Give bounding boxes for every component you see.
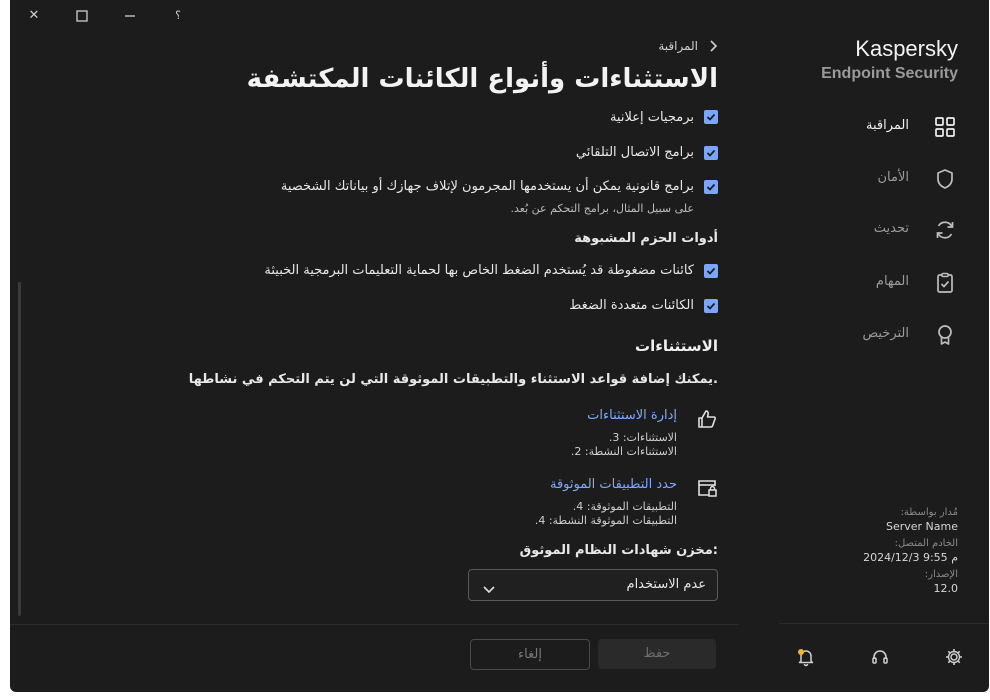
sidebar-item-label: المهام <box>875 274 909 289</box>
sidebar-item-update[interactable]: تحديث <box>779 212 989 248</box>
page-title: الاستثناءات وأنواع الكائنات المكتشفة <box>246 64 718 94</box>
trusted-apps-block: حدد التطبيقات الموثوقة التطبيقات الموثوق… <box>418 477 718 537</box>
checkbox-adware[interactable] <box>704 110 718 124</box>
app-window: ✕ ؟ المراقبة الاستثناءات وأنواع الكائنات… <box>10 0 989 692</box>
settings-content: برمجيات إعلانية برامج الاتصال التلقائي ب… <box>10 110 718 622</box>
checkbox-multipacked-objects[interactable] <box>704 299 718 313</box>
cert-store-label: مخزن شهادات النظام الموثوق: <box>519 543 718 558</box>
notification-bell-icon[interactable] <box>795 646 817 668</box>
checkbox-label: برمجيات إعلانية <box>609 110 694 125</box>
gear-icon[interactable] <box>943 646 965 668</box>
checkbox-row-packed[interactable]: كائنات مضغوطة قد يُستخدم الضغط الخاص بها… <box>218 263 718 282</box>
sidebar: Kaspersky Endpoint Security المراقبة الأ… <box>779 0 989 692</box>
server-info: مُدار بواسطة: Server Name الخادم المتصل:… <box>863 506 958 599</box>
cancel-button[interactable]: إلغاء <box>470 639 590 670</box>
chevron-back-icon <box>708 40 718 55</box>
trusted-apps-link[interactable]: حدد التطبيقات الموثوقة <box>550 477 677 492</box>
headset-icon[interactable] <box>869 646 891 668</box>
manage-exclusions-block: إدارة الاستثناءات الاستثناءات: 3. الاستث… <box>418 408 718 468</box>
connected-server-value: 2024/12/3 9:55 م <box>863 551 958 564</box>
checkbox-row-autodialers[interactable]: برامج الاتصال التلقائي <box>218 145 718 164</box>
clipboard-check-icon <box>933 271 957 295</box>
save-button[interactable]: حفظ <box>598 639 716 669</box>
sidebar-item-licensing[interactable]: الترخيص <box>779 317 989 353</box>
exclusions-title: الاستثناءات <box>635 337 718 355</box>
checkbox-row-multipacked[interactable]: الكائنات متعددة الضغط <box>218 298 718 317</box>
exclusions-count: الاستثناءات: 3. <box>608 431 677 444</box>
scrollbar[interactable] <box>18 282 21 616</box>
checkbox-label: برامج قانونية يمكن أن يستخدمها المجرمون … <box>280 179 694 194</box>
sidebar-item-monitoring[interactable]: المراقبة <box>779 109 989 145</box>
checkbox-autodialers[interactable] <box>704 146 718 160</box>
chevron-down-icon <box>483 579 495 598</box>
brand-name: Kaspersky <box>855 36 958 61</box>
checkbox-label: برامج الاتصال التلقائي <box>575 145 694 160</box>
award-icon <box>933 323 957 347</box>
version-value: 12.0 <box>933 582 959 595</box>
sidebar-footer <box>779 623 989 692</box>
thumbs-up-icon <box>696 408 718 430</box>
checkbox-legal-software[interactable] <box>704 180 718 194</box>
packers-title: أدوات الحزم المشبوهة <box>574 231 718 246</box>
sidebar-item-tasks[interactable]: المهام <box>779 265 989 301</box>
sidebar-item-label: تحديث <box>873 221 909 236</box>
checkbox-label: الكائنات متعددة الضغط <box>569 298 694 313</box>
active-trusted-apps-count: التطبيقات الموثوقة النشطة: 4. <box>534 514 677 527</box>
exclusions-description: يمكنك إضافة قواعد الاستثناء والتطبيقات ا… <box>188 372 718 387</box>
main-panel: المراقبة الاستثناءات وأنواع الكائنات الم… <box>10 0 779 692</box>
grid-icon <box>933 115 957 139</box>
checkbox-row-adware[interactable]: برمجيات إعلانية <box>218 110 718 126</box>
lock-window-icon <box>696 477 718 499</box>
sidebar-item-label: الأمان <box>877 170 910 185</box>
manage-exclusions-link[interactable]: إدارة الاستثناءات <box>587 408 677 423</box>
refresh-icon <box>933 218 957 242</box>
version-label: الإصدار: <box>924 569 958 580</box>
managed-by-label: مُدار بواسطة: <box>900 507 958 518</box>
checkbox-note: على سبيل المثال، برامج التحكم عن بُعد. <box>510 202 695 215</box>
cert-store-dropdown[interactable]: عدم الاستخدام <box>468 569 718 601</box>
managed-by-value: Server Name <box>885 520 958 533</box>
sidebar-item-security[interactable]: الأمان <box>779 161 989 197</box>
sidebar-item-label: المراقبة <box>866 118 909 133</box>
shield-icon <box>933 167 957 191</box>
checkbox-packed-objects[interactable] <box>704 264 718 278</box>
breadcrumb[interactable]: المراقبة <box>658 39 718 53</box>
footer: حفظ إلغاء <box>10 624 739 692</box>
sidebar-item-label: الترخيص <box>862 326 909 341</box>
trusted-apps-count: التطبيقات الموثوقة: 4. <box>572 500 677 513</box>
connected-server-label: الخادم المتصل: <box>894 538 958 549</box>
active-exclusions-count: الاستثناءات النشطة: 2. <box>570 445 677 458</box>
cert-store-value: عدم الاستخدام <box>626 577 706 592</box>
brand-product: Endpoint Security <box>821 65 958 82</box>
breadcrumb-label: المراقبة <box>658 39 698 53</box>
checkbox-row-legal-software[interactable]: برامج قانونية يمكن أن يستخدمها المجرمون … <box>218 179 718 216</box>
checkbox-label: كائنات مضغوطة قد يُستخدم الضغط الخاص بها… <box>264 263 694 278</box>
